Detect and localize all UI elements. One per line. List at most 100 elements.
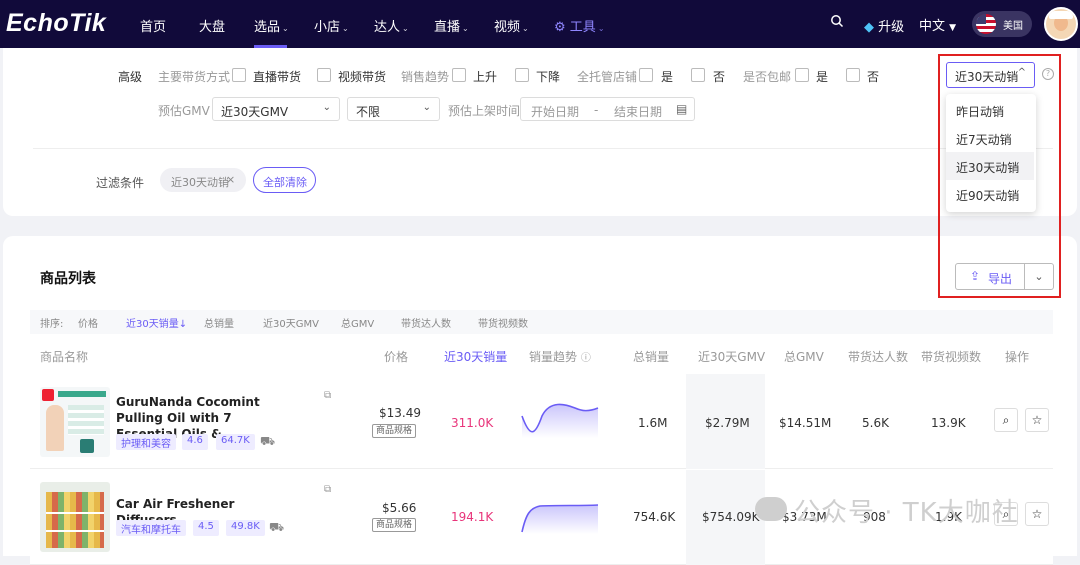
tools-icon: ⚙ bbox=[554, 20, 566, 35]
nav-creator[interactable]: 达人 ⌄ bbox=[374, 16, 409, 35]
table-row[interactable]: GuruNanda Cocomint Pulling Oil with 7 Es… bbox=[30, 374, 1053, 469]
sort-videos[interactable]: 带货视频数 bbox=[478, 315, 528, 330]
nav-tools-label: 工具 bbox=[569, 20, 596, 35]
freeship-yes-checkbox[interactable] bbox=[795, 68, 809, 82]
nav-product-select[interactable]: 选品 ⌄ bbox=[254, 16, 289, 35]
col-sales30[interactable]: 近30天销量 bbox=[444, 348, 507, 365]
trend-up-label: 上升 bbox=[473, 70, 498, 84]
gmv-label: 预估GMV bbox=[158, 104, 210, 118]
upgrade-button[interactable]: ◆ 升级 bbox=[864, 16, 904, 35]
listing-date-label: 预估上架时间 bbox=[448, 104, 521, 118]
star-icon[interactable]: ☆ bbox=[1025, 408, 1049, 432]
gmv-value: $14.51M bbox=[779, 416, 832, 430]
top-nav: EchoTik 首页 大盘 选品 ⌄ 小店 ⌄ 达人 ⌄ 直播 ⌄ 视频 ⌄ ⚙ 工具 ⌄ … bbox=[0, 0, 1080, 48]
caret-down-icon: ▼ bbox=[949, 23, 957, 33]
live-label: 直播带货 bbox=[253, 70, 302, 84]
col-actions: 操作 bbox=[1005, 350, 1030, 364]
filter-chip[interactable]: 近30天动销 × bbox=[160, 168, 246, 192]
video-checkbox[interactable] bbox=[317, 68, 331, 82]
region-select[interactable]: 美国 bbox=[972, 11, 1032, 37]
trend-sparkline bbox=[521, 504, 599, 534]
col-product-name: 商品名称 bbox=[40, 350, 89, 364]
end-date-placeholder[interactable]: 结束日期 bbox=[614, 103, 662, 120]
managed-no-checkbox[interactable] bbox=[691, 68, 705, 82]
category-tag: 护理和美容 bbox=[116, 434, 176, 450]
nav-live[interactable]: 直播 ⌄ bbox=[434, 16, 469, 35]
search-icon[interactable]: ⌕ bbox=[994, 408, 1018, 432]
seller-mode-label: 主要带货方式 bbox=[158, 70, 231, 84]
col-gmv30[interactable]: 近30天GMV bbox=[698, 348, 765, 365]
col-total-sales[interactable]: 总销量 bbox=[633, 348, 669, 365]
freeship-no-label: 否 bbox=[867, 70, 880, 84]
trend-down-checkbox[interactable] bbox=[515, 68, 529, 82]
trend-label: 销售趋势 bbox=[401, 70, 450, 84]
managed-shop-label: 全托管店铺 bbox=[577, 70, 638, 84]
help-icon[interactable]: ⓘ bbox=[581, 353, 591, 364]
search-icon[interactable] bbox=[830, 14, 844, 32]
nav-video[interactable]: 视频 ⌄ bbox=[494, 16, 529, 35]
avatar[interactable] bbox=[1044, 7, 1078, 41]
copy-icon[interactable]: ⧉ bbox=[324, 484, 331, 495]
product-image[interactable] bbox=[40, 482, 110, 552]
rating-badge: 4.6 bbox=[182, 434, 208, 450]
chevron-down-icon: ⌄ bbox=[282, 24, 289, 33]
echotik-logo[interactable]: EchoTik bbox=[6, 9, 106, 38]
col-price[interactable]: 价格 bbox=[384, 348, 408, 365]
sort-price[interactable]: 价格 bbox=[78, 315, 98, 330]
chevron-down-icon: ⌄ bbox=[322, 102, 331, 113]
gmv-range-value: 不限 bbox=[356, 105, 381, 119]
col-creators[interactable]: 带货达人数 bbox=[848, 348, 908, 365]
reviews-badge: 64.7K bbox=[216, 434, 255, 450]
nav-creator-label: 达人 bbox=[374, 20, 401, 35]
trend-sparkline bbox=[521, 403, 599, 438]
gmv-period-value: 近30天GMV bbox=[221, 105, 289, 119]
gmv30-value: $754.09K bbox=[702, 510, 760, 524]
clear-all-button[interactable]: 全部清除 bbox=[253, 167, 316, 193]
gmv-range-select[interactable]: 不限 ⌄ bbox=[347, 97, 440, 121]
spec-button[interactable]: 商品规格 bbox=[372, 424, 417, 438]
sort-gmv30[interactable]: 近30天GMV bbox=[263, 315, 319, 330]
date-range-picker[interactable]: 开始日期 - 结束日期 ▤ bbox=[520, 97, 695, 121]
nav-shop-label: 小店 bbox=[314, 20, 341, 35]
sort-bar: 排序: 价格 近30天销量↓ 总销量 近30天GMV 总GMV 带货达人数 带货… bbox=[30, 310, 1053, 334]
nav-home[interactable]: 首页 bbox=[140, 16, 166, 35]
col-videos[interactable]: 带货视频数 bbox=[921, 348, 981, 365]
col-trend: 销量趋势 ⓘ bbox=[529, 348, 591, 365]
start-date-placeholder[interactable]: 开始日期 bbox=[531, 103, 579, 120]
chevron-down-icon: ⌄ bbox=[402, 24, 409, 33]
freeship-no-checkbox[interactable] bbox=[846, 68, 860, 82]
divider bbox=[33, 148, 1053, 149]
nav-tools[interactable]: ⚙ 工具 ⌄ bbox=[554, 16, 605, 35]
price: $13.49 bbox=[379, 406, 421, 420]
sort-sales30-active[interactable]: 近30天销量↓ bbox=[126, 315, 187, 330]
col-gmv[interactable]: 总GMV bbox=[784, 348, 824, 365]
advanced-label: 高级 bbox=[118, 70, 143, 84]
highlight-box bbox=[938, 54, 1061, 298]
trend-down-label: 下降 bbox=[536, 70, 561, 84]
clear-all-label: 全部清除 bbox=[263, 176, 307, 189]
sort-gmv[interactable]: 总GMV bbox=[341, 315, 374, 330]
trend-up-checkbox[interactable] bbox=[452, 68, 466, 82]
total-sales-value: 754.6K bbox=[633, 510, 676, 524]
product-image[interactable] bbox=[40, 387, 110, 457]
shipping-icon: ⛟ bbox=[260, 434, 276, 448]
sort-creators[interactable]: 带货达人数 bbox=[401, 315, 451, 330]
copy-icon[interactable]: ⧉ bbox=[324, 390, 331, 401]
live-checkbox[interactable] bbox=[232, 68, 246, 82]
sort-total-sales[interactable]: 总销量 bbox=[204, 315, 234, 330]
managed-yes-checkbox[interactable] bbox=[639, 68, 653, 82]
nav-shop[interactable]: 小店 ⌄ bbox=[314, 16, 349, 35]
calendar-icon: ▤ bbox=[676, 102, 688, 116]
close-icon[interactable]: × bbox=[226, 173, 235, 186]
star-icon[interactable]: ☆ bbox=[1025, 502, 1049, 526]
language-select[interactable]: 中文 ▼ bbox=[919, 15, 956, 34]
nav-video-label: 视频 bbox=[494, 20, 521, 35]
price: $5.66 bbox=[382, 501, 417, 515]
category-tag: 汽车和摩托车 bbox=[116, 520, 186, 536]
creators-value: 5.6K bbox=[862, 416, 889, 430]
spec-button[interactable]: 商品规格 bbox=[372, 518, 417, 532]
shipping-icon: ⛟ bbox=[269, 520, 285, 534]
freeship-yes-label: 是 bbox=[816, 70, 829, 84]
nav-market[interactable]: 大盘 bbox=[199, 16, 225, 35]
gmv-period-select[interactable]: 近30天GMV ⌄ bbox=[212, 97, 340, 121]
